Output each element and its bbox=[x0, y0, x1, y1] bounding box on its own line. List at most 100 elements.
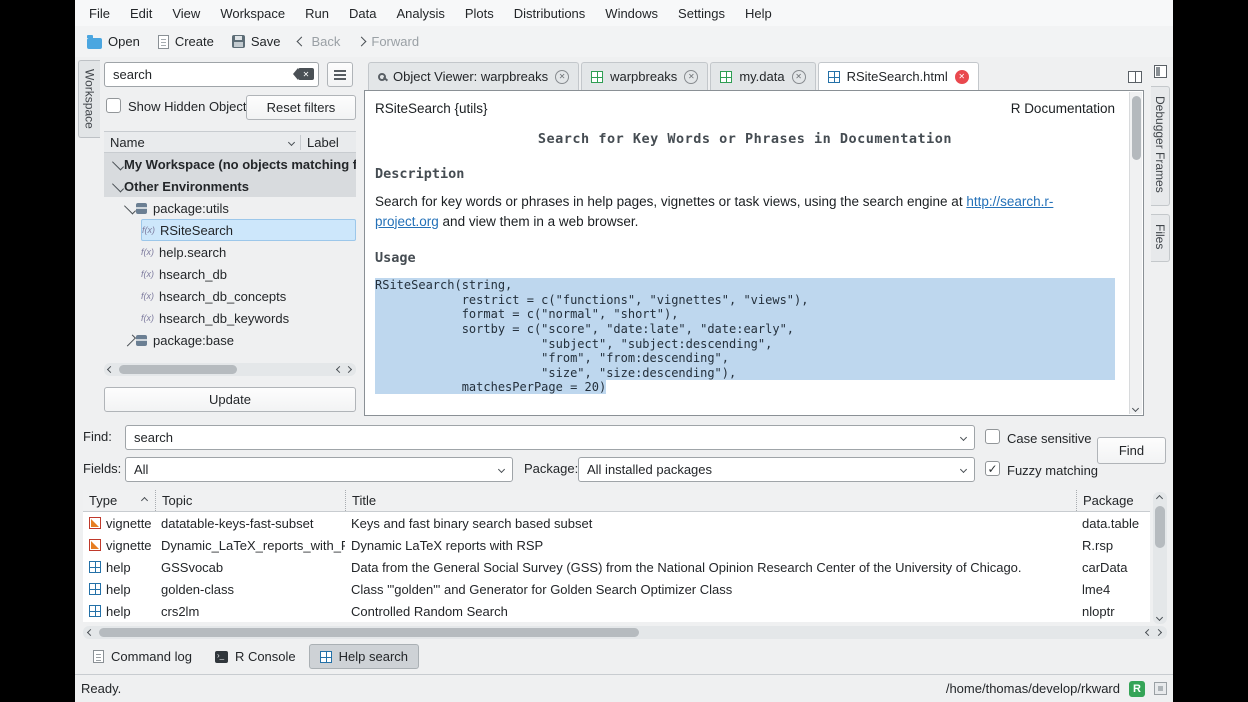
tree-horizontal-scrollbar[interactable] bbox=[104, 363, 356, 376]
chevron-down-icon[interactable] bbox=[112, 158, 124, 170]
find-value: search bbox=[134, 430, 173, 445]
status-message: Ready. bbox=[81, 681, 121, 696]
scrollbar-thumb[interactable] bbox=[99, 628, 639, 637]
tree-item-rsitesearch[interactable]: f(x) RSiteSearch bbox=[104, 219, 356, 241]
close-icon[interactable] bbox=[955, 70, 969, 84]
result-row[interactable]: vignette Dynamic_LaTeX_reports_with_RSP … bbox=[83, 534, 1150, 556]
scroll-down-icon[interactable] bbox=[1156, 614, 1163, 621]
fields-combobox[interactable]: All bbox=[125, 457, 513, 482]
help-vertical-scrollbar[interactable] bbox=[1129, 92, 1142, 414]
statusbar: Ready. /home/thomas/develop/rkward R bbox=[75, 674, 1173, 702]
create-button[interactable]: Create bbox=[158, 34, 214, 49]
filter-options-button[interactable] bbox=[327, 62, 353, 87]
tree-item-hsearch-db[interactable]: f(x) hsearch_db bbox=[104, 263, 356, 285]
tree-item-package-utils[interactable]: package:utils bbox=[104, 197, 356, 219]
case-sensitive-checkbox[interactable] bbox=[985, 429, 1000, 444]
tree-item-my-workspace[interactable]: My Workspace (no objects matching filter bbox=[104, 153, 356, 175]
files-dock-tab[interactable]: Files bbox=[1151, 214, 1170, 262]
session-indicator-icon bbox=[1154, 682, 1167, 695]
usage-code-block[interactable]: RSiteSearch(string, restrict = c("functi… bbox=[375, 278, 1115, 395]
menu-windows[interactable]: Windows bbox=[595, 2, 668, 25]
result-row[interactable]: help GSSvocab Data from the General Soci… bbox=[83, 556, 1150, 578]
save-button[interactable]: Save bbox=[232, 34, 281, 49]
menu-help[interactable]: Help bbox=[735, 2, 782, 25]
reset-filters-button[interactable]: Reset filters bbox=[246, 95, 356, 120]
menu-edit[interactable]: Edit bbox=[120, 2, 162, 25]
menu-analysis[interactable]: Analysis bbox=[386, 2, 454, 25]
menu-plots[interactable]: Plots bbox=[455, 2, 504, 25]
tree-item-package-base[interactable]: package:base bbox=[104, 329, 356, 351]
tab-my-data[interactable]: my.data bbox=[710, 62, 815, 90]
menu-view[interactable]: View bbox=[162, 2, 210, 25]
forward-button[interactable]: Forward bbox=[358, 34, 419, 49]
scroll-left-icon[interactable] bbox=[336, 366, 343, 373]
tab-command-log[interactable]: Command log bbox=[83, 644, 202, 669]
menu-run[interactable]: Run bbox=[295, 2, 339, 25]
tab-object-viewer-warpbreaks[interactable]: Object Viewer: warpbreaks bbox=[368, 62, 579, 90]
update-button[interactable]: Update bbox=[104, 387, 356, 412]
close-icon[interactable] bbox=[684, 70, 698, 84]
fuzzy-matching-checkbox[interactable] bbox=[985, 461, 1000, 476]
search-results: Type Topic Title Package vignette datata… bbox=[75, 490, 1173, 642]
tree-item-hsearch-db-keywords[interactable]: f(x) hsearch_db_keywords bbox=[104, 307, 356, 329]
show-hidden-checkbox[interactable] bbox=[106, 98, 121, 113]
tab-help-search[interactable]: Help search bbox=[309, 644, 419, 669]
result-row[interactable]: vignette datatable-keys-fast-subset Keys… bbox=[83, 512, 1150, 534]
column-header-type[interactable]: Type bbox=[83, 490, 155, 511]
r-console-label: R Console bbox=[235, 649, 296, 664]
result-row[interactable]: help golden-class Class '"golden"' and G… bbox=[83, 578, 1150, 600]
tab-warpbreaks[interactable]: warpbreaks bbox=[581, 62, 708, 90]
scrollbar-thumb[interactable] bbox=[119, 365, 237, 374]
close-icon[interactable] bbox=[792, 70, 806, 84]
scrollbar-thumb[interactable] bbox=[1132, 96, 1141, 160]
chevron-right-icon[interactable] bbox=[124, 334, 136, 346]
menu-distributions[interactable]: Distributions bbox=[504, 2, 596, 25]
scroll-left-icon[interactable] bbox=[1145, 629, 1152, 636]
package-combobox[interactable]: All installed packages bbox=[578, 457, 975, 482]
scroll-up-icon[interactable] bbox=[1156, 495, 1163, 502]
split-view-icon[interactable] bbox=[1128, 71, 1142, 83]
tree-item-help-search[interactable]: f(x) help.search bbox=[104, 241, 356, 263]
tab-r-console[interactable]: R Console bbox=[205, 644, 306, 669]
close-icon[interactable] bbox=[555, 70, 569, 84]
chevron-down-icon[interactable] bbox=[124, 202, 136, 214]
column-header-title[interactable]: Title bbox=[345, 490, 1076, 511]
find-button[interactable]: Find bbox=[1097, 437, 1166, 464]
object-search-input[interactable] bbox=[104, 62, 319, 87]
result-row[interactable]: help crs2lm Controlled Random Search nlo… bbox=[83, 600, 1150, 622]
tab-label: warpbreaks bbox=[610, 69, 677, 84]
result-type: vignette bbox=[106, 516, 152, 531]
workspace-browser-panel: Show Hidden Objects Reset filters Name L… bbox=[104, 57, 356, 419]
find-combobox[interactable]: search bbox=[125, 425, 975, 450]
tree-item-hsearch-db-concepts[interactable]: f(x) hsearch_db_concepts bbox=[104, 285, 356, 307]
results-vertical-scrollbar[interactable] bbox=[1153, 492, 1167, 624]
menu-file[interactable]: File bbox=[79, 2, 120, 25]
scroll-left-icon[interactable] bbox=[87, 629, 94, 636]
menu-workspace[interactable]: Workspace bbox=[210, 2, 295, 25]
label-column-header[interactable]: Label bbox=[300, 135, 356, 150]
workspace-dock-tab[interactable]: Workspace bbox=[78, 60, 100, 138]
tab-rsitesearch-html[interactable]: RSiteSearch.html bbox=[818, 62, 979, 90]
scroll-right-icon[interactable] bbox=[1155, 629, 1162, 636]
clear-search-icon[interactable] bbox=[298, 68, 314, 80]
tree-item-other-environments[interactable]: Other Environments bbox=[104, 175, 356, 197]
chevron-down-icon[interactable] bbox=[112, 180, 124, 192]
dock-panel-icon[interactable] bbox=[1154, 65, 1167, 78]
scroll-down-icon[interactable] bbox=[1132, 405, 1139, 412]
result-topic: Dynamic_LaTeX_reports_with_RSP bbox=[155, 538, 345, 553]
debugger-frames-dock-tab[interactable]: Debugger Frames bbox=[1151, 86, 1170, 206]
menu-settings[interactable]: Settings bbox=[668, 2, 735, 25]
column-header-topic[interactable]: Topic bbox=[155, 490, 345, 511]
scroll-right-icon[interactable] bbox=[345, 366, 352, 373]
open-button[interactable]: Open bbox=[87, 34, 140, 49]
vignette-icon bbox=[89, 539, 101, 551]
help-view[interactable]: RSiteSearch {utils} R Documentation Sear… bbox=[364, 90, 1144, 416]
menu-data[interactable]: Data bbox=[339, 2, 386, 25]
results-table: Type Topic Title Package vignette datata… bbox=[83, 490, 1150, 622]
results-horizontal-scrollbar[interactable] bbox=[83, 626, 1167, 639]
scroll-left-icon[interactable] bbox=[107, 366, 114, 373]
back-button[interactable]: Back bbox=[298, 34, 340, 49]
scrollbar-thumb[interactable] bbox=[1155, 506, 1165, 548]
column-header-package[interactable]: Package bbox=[1076, 490, 1150, 511]
name-column-header[interactable]: Name bbox=[104, 135, 300, 150]
